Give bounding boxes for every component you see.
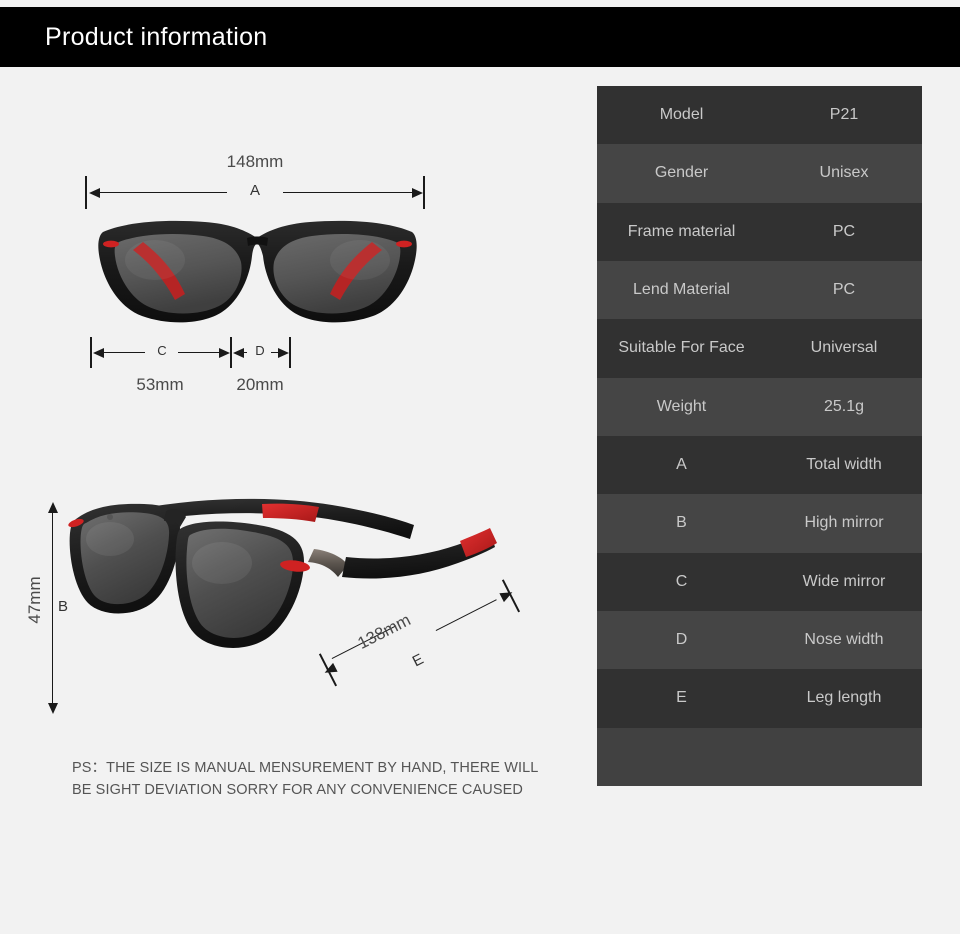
product-diagram-panel: 148mm A C D 53mm 20mm 47mm B 138mm E PS：… [0, 67, 580, 934]
spec-value: Universal [810, 339, 878, 357]
dimension-e-line-right [435, 599, 497, 632]
arrow-left-icon [89, 188, 100, 198]
table-row-empty [597, 727, 922, 786]
measurement-disclaimer-note: PS：THE SIZE IS MANUAL MENSUREMENT BY HAN… [72, 760, 538, 799]
table-row: C Wide mirror [597, 552, 922, 611]
table-row: Lend Material PC [597, 260, 922, 320]
dimension-a-value: 148mm [226, 152, 284, 171]
dimension-b-line [52, 510, 54, 707]
arrow-right-icon [278, 348, 289, 358]
dimension-c-tick-right [230, 337, 232, 368]
specification-table: Model P21 Gender Unisex Frame material PC Lend… [597, 86, 922, 786]
spec-value: PC [832, 281, 856, 299]
dimension-a-tick-left [85, 176, 87, 209]
spec-value: High mirror [804, 514, 884, 532]
dimension-c-line-left [99, 352, 145, 354]
arrow-up-icon [48, 502, 58, 513]
spec-key: D [675, 631, 688, 649]
dimension-cd-group: C D 53mm 20mm [90, 337, 300, 407]
spec-value: 25.1g [823, 397, 865, 415]
arrow-right-icon [412, 188, 423, 198]
table-row: B High mirror [597, 494, 922, 553]
spec-value: Total width [806, 456, 882, 474]
dimension-d-label: D [255, 343, 265, 358]
sunglasses-front-icon [98, 220, 417, 323]
table-row: Suitable For Face Universal [597, 319, 922, 378]
dimension-a-line-left [95, 192, 227, 194]
spec-value: PC [832, 222, 856, 240]
table-row: Frame material PC [597, 202, 922, 261]
dimension-e-value: 138mm [354, 610, 414, 653]
dimension-a-line-right [283, 192, 414, 194]
table-row: Model P21 [597, 86, 922, 145]
spec-key: A [676, 456, 687, 474]
arrow-right-icon [219, 348, 230, 358]
dimension-b-label: B [58, 598, 69, 615]
dimension-c-label: C [157, 343, 167, 358]
table-row: A Total width [597, 435, 922, 495]
table-row: D Nose width [597, 610, 922, 670]
spec-key: Suitable For Face [618, 339, 745, 357]
table-row: Weight 25.1g [597, 377, 922, 436]
arrow-down-icon [48, 703, 58, 714]
spec-key: E [676, 689, 687, 707]
dimension-e-label: E [409, 650, 427, 671]
spec-key: C [675, 572, 688, 590]
spec-key: Frame material [627, 222, 736, 240]
spec-value: Wide mirror [802, 572, 886, 590]
dimension-d-tick-right [289, 337, 291, 368]
dimension-c-value: 53mm [136, 375, 184, 394]
table-row: Gender Unisex [597, 144, 922, 203]
spec-value: Leg length [806, 689, 882, 707]
arrow-left-icon [93, 348, 104, 358]
spec-value: Unisex [819, 164, 869, 182]
arrow-left-icon [233, 348, 244, 358]
dimension-d-value: 20mm [236, 375, 284, 394]
dimension-a-group: 148mm A [85, 152, 425, 209]
dimension-c-tick-left [90, 337, 92, 368]
dimension-c-line-right [178, 352, 221, 354]
dimension-a-tick-right [423, 176, 425, 209]
dimension-b-value: 47mm [25, 576, 44, 624]
dimension-a-label: A [249, 182, 260, 199]
dimension-b-group: 47mm B [18, 502, 78, 722]
spec-key: Gender [654, 164, 709, 182]
spec-key: B [676, 514, 687, 532]
table-row: E Leg length [597, 669, 922, 728]
spec-value: Nose width [804, 631, 884, 649]
spec-key: Model [659, 106, 704, 124]
spec-value: P21 [829, 106, 859, 124]
spec-key: Weight [656, 397, 707, 415]
page-title: Product information [45, 22, 268, 51]
header-banner: Product information [0, 7, 960, 67]
dimension-e-group: 138mm E [318, 579, 523, 702]
spec-key: Lend Material [633, 281, 730, 299]
